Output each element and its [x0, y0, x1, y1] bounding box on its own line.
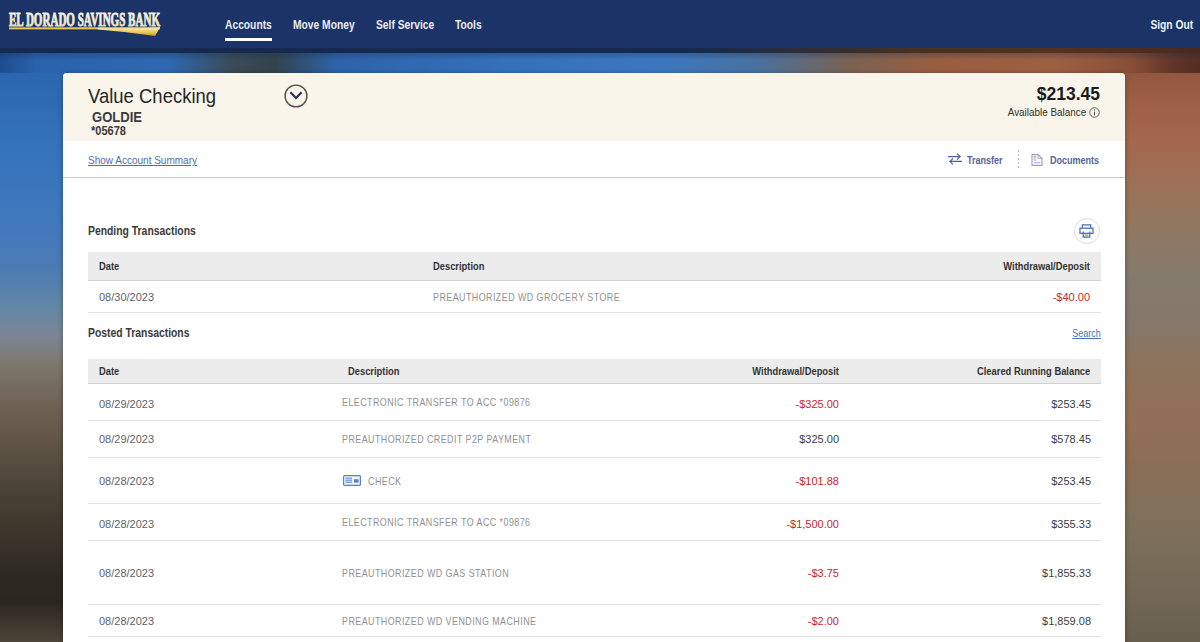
svg-text:EL DORADO SAVINGS BANK: EL DORADO SAVINGS BANK	[9, 9, 160, 30]
